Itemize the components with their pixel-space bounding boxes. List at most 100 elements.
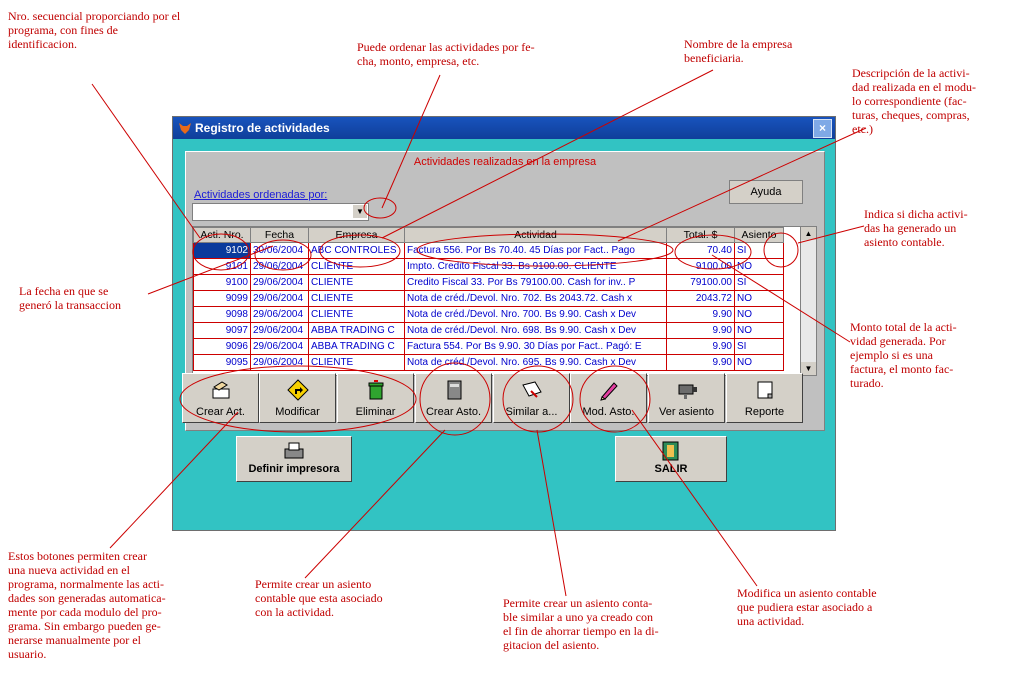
cell-entry: NO xyxy=(734,322,784,339)
note-company-name: Nombre de la empresa beneficiaria. xyxy=(684,37,793,65)
view-entry-label: Ver asiento xyxy=(658,406,715,418)
cell-number: 9097 xyxy=(193,322,251,339)
cell-total: 70.40 xyxy=(666,242,735,259)
cell-entry: SI xyxy=(734,242,784,259)
col-asiento[interactable]: Asiento xyxy=(734,227,784,243)
cell-date: 30/06/2004 xyxy=(250,242,309,259)
cell-date: 29/06/2004 xyxy=(250,322,309,339)
order-by-label: Actividades ordenadas por: xyxy=(194,189,328,201)
note-sequence-number: Nro. secuencial proporciando por el prog… xyxy=(8,9,181,51)
create-entry-button[interactable]: Crear Asto. xyxy=(415,373,492,423)
cell-date: 29/06/2004 xyxy=(250,290,309,307)
cell-number: 9102 xyxy=(193,242,251,259)
exit-label: SALIR xyxy=(654,463,688,475)
similar-entry-button[interactable]: Similar a... xyxy=(493,373,570,423)
cell-activity: Nota de créd./Devol. Nro. 698. Bs 9.90. … xyxy=(404,322,667,339)
create-activity-label: Crear Act. xyxy=(196,406,245,418)
cell-entry: NO xyxy=(734,354,784,371)
cell-company: CLIENTE xyxy=(308,354,405,371)
grid-header: Acti. Nro. Fecha Empresa Actividad Total… xyxy=(193,227,784,243)
cell-total: 79100.00 xyxy=(666,274,735,291)
cell-date: 29/06/2004 xyxy=(250,354,309,371)
scroll-up-icon[interactable]: ▲ xyxy=(801,227,816,240)
table-row[interactable]: 9100 29/06/2004 CLIENTE Credito Fiscal 3… xyxy=(193,274,784,291)
window-title: Registro de actividades xyxy=(195,121,330,135)
cell-activity: Impto. Credito Fiscal 33. Bs 9100.00. CL… xyxy=(404,258,667,275)
cell-entry: NO xyxy=(734,290,784,307)
cell-number: 9098 xyxy=(193,306,251,323)
cell-total: 9100.00 xyxy=(666,258,735,275)
view-entry-button[interactable]: Ver asiento xyxy=(648,373,725,423)
table-row[interactable]: 9098 29/06/2004 CLIENTE Nota de créd./De… xyxy=(193,306,784,323)
modify-label: Modificar xyxy=(275,406,320,418)
modify-button[interactable]: Modificar xyxy=(259,373,336,423)
table-row[interactable]: 9095 29/06/2004 CLIENTE Nota de créd./De… xyxy=(193,354,784,371)
cell-date: 29/06/2004 xyxy=(250,306,309,323)
report-icon xyxy=(757,381,773,399)
document-copy-icon xyxy=(522,381,542,398)
activities-grid: Acti. Nro. Fecha Empresa Actividad Total… xyxy=(192,226,817,376)
trash-can-icon xyxy=(368,380,384,400)
fox-icon xyxy=(179,123,191,134)
panel-title: Actividades realizadas en la empresa xyxy=(413,156,597,168)
col-fecha[interactable]: Fecha xyxy=(250,227,309,243)
cell-activity: Factura 554. Por Bs 9.90. 30 Días por Fa… xyxy=(404,338,667,355)
note-create-entry: Permite crear un asiento contable que es… xyxy=(255,577,383,619)
cell-total: 2043.72 xyxy=(666,290,735,307)
similar-entry-label: Similar a... xyxy=(505,406,558,418)
close-button[interactable]: × xyxy=(813,119,832,138)
cell-date: 29/06/2004 xyxy=(250,258,309,275)
note-sort-order: Puede ordenar las actividades por fe- ch… xyxy=(357,40,535,68)
define-printer-button[interactable]: Definir impresora xyxy=(236,436,352,482)
cell-company: CLIENTE xyxy=(308,306,405,323)
col-empresa[interactable]: Empresa xyxy=(308,227,405,243)
modify-entry-label: Mod. Asto. xyxy=(582,406,635,418)
chevron-down-icon[interactable]: ▼ xyxy=(353,205,367,218)
modify-entry-button[interactable]: Mod. Asto. xyxy=(570,373,647,423)
report-label: Reporte xyxy=(744,406,785,418)
cell-entry: SI xyxy=(734,338,784,355)
cell-activity: Nota de créd./Devol. Nro. 695. Bs 9.90. … xyxy=(404,354,667,371)
cell-company: ABBA TRADING C xyxy=(308,322,405,339)
cell-number: 9101 xyxy=(193,258,251,275)
cell-total: 9.90 xyxy=(666,354,735,371)
create-activity-button[interactable]: Crear Act. xyxy=(182,373,259,423)
delete-label: Eliminar xyxy=(355,406,396,418)
col-actividad[interactable]: Actividad xyxy=(404,227,667,243)
table-row[interactable]: 9102 30/06/2004 ABC CONTROLES Factura 55… xyxy=(193,242,784,259)
help-button[interactable]: Ayuda xyxy=(729,180,803,204)
cell-total: 9.90 xyxy=(666,338,735,355)
exit-door-icon xyxy=(662,441,679,461)
report-button[interactable]: Reporte xyxy=(726,373,803,423)
cell-total: 9.90 xyxy=(666,322,735,339)
cell-company: CLIENTE xyxy=(308,274,405,291)
table-row[interactable]: 9097 29/06/2004 ABBA TRADING C Nota de c… xyxy=(193,322,784,339)
cell-entry: NO xyxy=(734,306,784,323)
note-activity-description: Descripción de la activi- dad realizada … xyxy=(852,66,976,136)
vertical-scrollbar[interactable]: ▲ ▼ xyxy=(800,227,816,375)
col-total[interactable]: Total. $ xyxy=(666,227,735,243)
cell-entry: SI xyxy=(734,274,784,291)
table-row[interactable]: 9096 29/06/2004 ABBA TRADING C Factura 5… xyxy=(193,338,784,355)
table-row[interactable]: 9099 29/06/2004 CLIENTE Nota de créd./De… xyxy=(193,290,784,307)
define-printer-label: Definir impresora xyxy=(248,463,340,475)
note-total-amount: Monto total de la acti- vidad generada. … xyxy=(850,320,957,390)
order-by-select[interactable]: ▼ xyxy=(192,203,369,221)
cell-activity: Nota de créd./Devol. Nro. 702. Bs 2043.7… xyxy=(404,290,667,307)
cell-date: 29/06/2004 xyxy=(250,338,309,355)
app-window: Registro de actividades × Actividades re… xyxy=(172,116,836,531)
cell-number: 9095 xyxy=(193,354,251,371)
exit-button[interactable]: SALIR xyxy=(615,436,727,482)
note-modify-entry: Modifica un asiento contable que pudiera… xyxy=(737,586,877,628)
delete-button[interactable]: Eliminar xyxy=(337,373,414,423)
note-transaction-date: La fecha en que se generó la transaccion xyxy=(19,284,121,312)
title-bar: Registro de actividades × xyxy=(173,117,835,139)
cell-number: 9096 xyxy=(193,338,251,355)
cell-date: 29/06/2004 xyxy=(250,274,309,291)
note-journal-entry-flag: Indica si dicha activi- das ha generado … xyxy=(864,207,968,249)
note-similar-entry: Permite crear un asiento conta- ble simi… xyxy=(503,596,659,652)
cell-total: 9.90 xyxy=(666,306,735,323)
col-acti-nro[interactable]: Acti. Nro. xyxy=(193,227,251,243)
table-row[interactable]: 9101 29/06/2004 CLIENTE Impto. Credito F… xyxy=(193,258,784,275)
scroll-down-icon[interactable]: ▼ xyxy=(801,362,816,375)
